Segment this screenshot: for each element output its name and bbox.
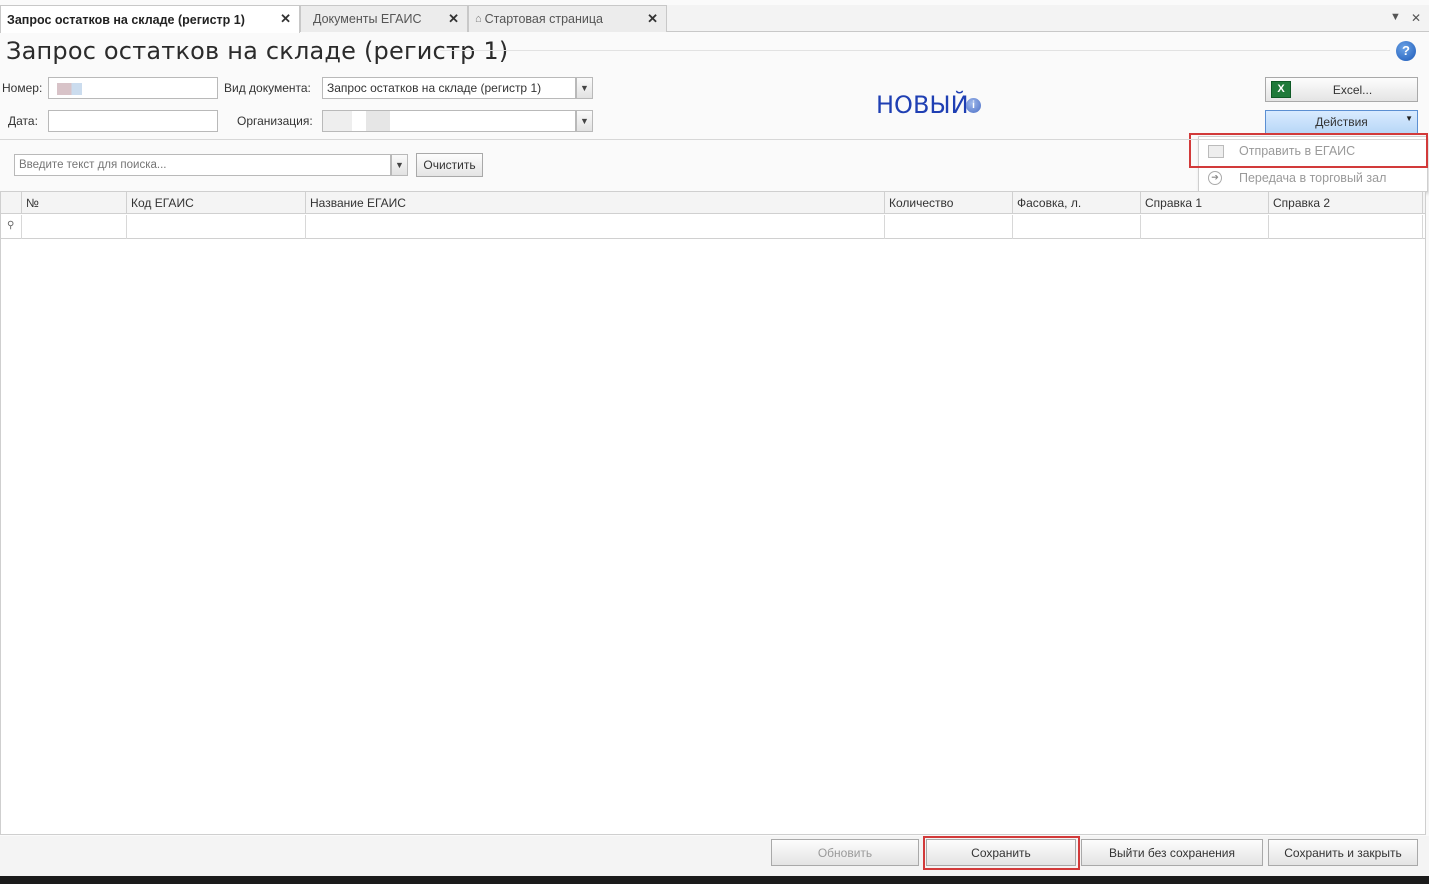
col-header-egais-name[interactable]: Название ЕГАИС [306, 192, 885, 214]
tab-label: Документы ЕГАИС [313, 12, 422, 26]
chevron-down-icon: ▼ [1405, 114, 1413, 123]
tab-label: Стартовая страница [484, 12, 604, 26]
filter-row-indicator: ⚲ [1, 215, 22, 239]
taskbar-edge [0, 876, 1429, 884]
row-indicator-header [1, 192, 22, 214]
date-label: Дата: [8, 114, 38, 128]
chevron-down-icon[interactable]: ▼ [576, 110, 593, 132]
org-select[interactable] [322, 110, 576, 132]
tab-stock-request[interactable]: Запрос остатков на складе (регистр 1) ✕ [0, 5, 300, 33]
col-header-egais-code[interactable]: Код ЕГАИС [127, 192, 306, 214]
number-field[interactable] [48, 77, 218, 99]
home-icon: ⌂ [475, 13, 482, 25]
refresh-button[interactable]: Обновить [771, 839, 919, 866]
filter-cell[interactable] [885, 215, 1013, 239]
exit-without-save-button[interactable]: Выйти без сохранения [1081, 839, 1263, 866]
help-icon[interactable]: ? [1396, 41, 1416, 61]
excel-button-label: Excel... [1332, 82, 1373, 97]
filter-cell[interactable] [1013, 215, 1141, 239]
col-header-certificate-1[interactable]: Справка 1 [1141, 192, 1269, 214]
tab-list-icon[interactable]: ▼ [1390, 11, 1401, 23]
tab-label: Запрос остатков на складе (регистр 1) [7, 12, 245, 27]
title-divider [440, 50, 1390, 51]
col-header-quantity[interactable]: Количество [885, 192, 1013, 214]
save-and-close-button[interactable]: Сохранить и закрыть [1268, 839, 1418, 866]
filter-row: ⚲ [1, 215, 1425, 239]
document-window: Запрос остатков на складе (регистр 1) ✕ … [0, 0, 1429, 884]
filter-cell[interactable] [22, 215, 127, 239]
menu-item-transfer-hall[interactable]: ➔ Передача в торговый зал [1199, 165, 1427, 191]
number-label: Номер: [2, 81, 43, 95]
redacted-value [57, 83, 93, 95]
excel-button[interactable]: X Excel... [1265, 77, 1418, 102]
col-header-packaging[interactable]: Фасовка, л. [1013, 192, 1141, 214]
actions-button[interactable]: Действия ▼ [1265, 110, 1418, 134]
status-label: НОВЫЙ [876, 91, 969, 119]
tab-start-page[interactable]: ⌂ Стартовая страница ✕ [468, 5, 667, 32]
col-header-number[interactable]: № [22, 192, 127, 214]
chevron-down-icon[interactable]: ▼ [391, 154, 408, 176]
menu-item-label: Передача в торговый зал [1239, 171, 1387, 185]
search-input[interactable] [14, 154, 391, 176]
data-grid: № Код ЕГАИС Название ЕГАИС Количество Фа… [0, 191, 1426, 835]
doc-type-label: Вид документа: [224, 81, 311, 95]
doc-type-select[interactable]: Запрос остатков на складе (регистр 1) [322, 77, 576, 99]
footer-bar: Обновить Сохранить Выйти без сохранения … [0, 836, 1429, 876]
arrow-right-circle-icon: ➔ [1208, 171, 1222, 185]
tab-egais-documents[interactable]: Документы ЕГАИС ✕ [300, 5, 468, 32]
chevron-down-icon[interactable]: ▼ [576, 77, 593, 99]
filter-cell[interactable] [1269, 215, 1423, 239]
close-icon[interactable]: ✕ [647, 11, 658, 27]
col-header-certificate-2[interactable]: Справка 2 [1269, 192, 1423, 214]
page-title: Запрос остатков на складе (регистр 1) [6, 37, 509, 65]
filter-cell[interactable] [1141, 215, 1269, 239]
info-icon[interactable]: i [966, 98, 981, 113]
date-field[interactable] [48, 110, 218, 132]
grid-header: № Код ЕГАИС Название ЕГАИС Количество Фа… [1, 192, 1425, 214]
highlight-save [923, 836, 1080, 870]
divider [0, 139, 1426, 140]
excel-icon: X [1271, 81, 1291, 98]
actions-button-label: Действия [1315, 115, 1368, 129]
filter-cell[interactable] [306, 215, 885, 239]
redacted-value [323, 111, 419, 131]
clear-button[interactable]: Очистить [416, 153, 483, 177]
org-label: Организация: [237, 114, 313, 128]
close-icon[interactable]: ✕ [448, 11, 459, 27]
pin-icon: ⚲ [7, 220, 15, 231]
tab-strip: Запрос остатков на складе (регистр 1) ✕ … [0, 5, 1429, 33]
close-icon[interactable]: ✕ [280, 11, 291, 27]
close-all-icon[interactable]: ✕ [1411, 11, 1421, 25]
filter-cell[interactable] [127, 215, 306, 239]
